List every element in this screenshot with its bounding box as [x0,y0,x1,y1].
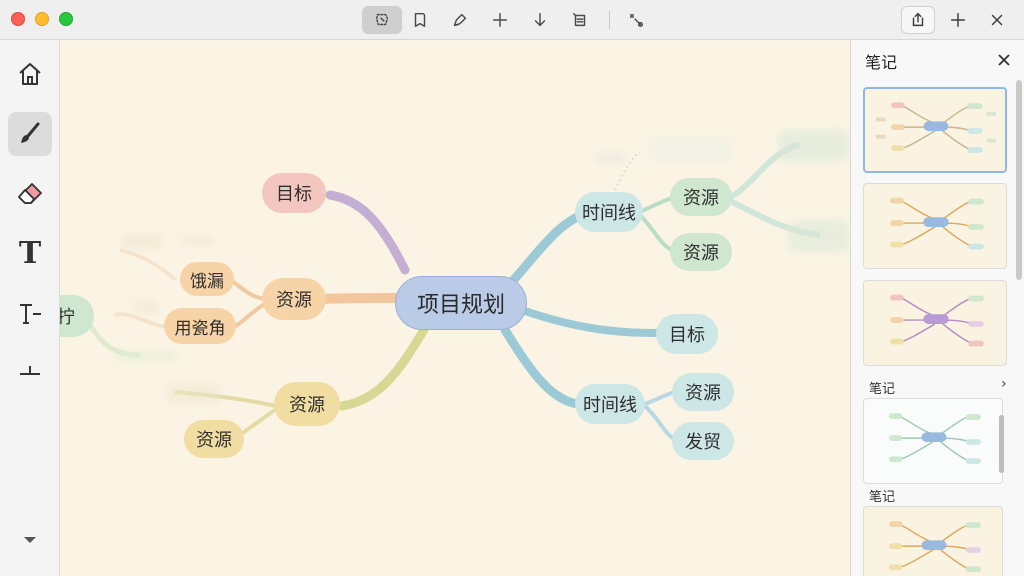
close-icon [998,54,1010,66]
blurred-node [116,349,176,363]
blurred-node [122,235,162,249]
notebook-button[interactable] [400,6,440,34]
link-goal-right [518,306,660,337]
eraser-tool[interactable] [8,172,52,216]
pen-icon [453,13,467,27]
blurred-node [134,300,158,314]
link-res-left [321,293,401,304]
history-button[interactable] [560,6,600,34]
arrow-down-icon [534,12,546,27]
panel-title: 笔记 [865,53,898,72]
share-button[interactable] [901,6,935,34]
panel-scrollbar[interactable] [1016,80,1022,280]
mindmap-canvas[interactable]: 项目规划 目标 资源 饿漏 用瓷角 拧 资源 资源 时间线 资源 资源 目标 时… [60,40,850,576]
mindmap-thumbnail-icon [890,294,984,347]
notes-panel: 笔记 笔记 › 笔记 [850,40,1024,576]
add-button[interactable] [480,6,520,34]
mindmap-thumbnail-icon [888,413,981,464]
download-button[interactable] [520,6,560,34]
mindmap-thumbnail-icon [890,197,984,250]
link-res-lower [337,323,430,411]
new-tab-button[interactable] [941,6,975,34]
mindmap-thumbnail-icon [875,102,997,153]
note-thumbnail[interactable] [863,398,1003,484]
section-label: 笔记 [869,382,896,397]
zoom-window-button[interactable] [59,12,73,26]
blurred-node [595,153,625,163]
node-timeline-bottom-leaf2[interactable]: 发贸 [672,422,734,460]
sparkle-transform-icon [629,13,644,28]
toolbar-divider [609,11,610,29]
home-tool[interactable] [8,52,52,96]
brush-tool[interactable] [8,112,52,156]
close-window-button[interactable] [11,12,25,26]
note-thumbnail[interactable] [863,506,1003,576]
tool-sidebar: T [0,40,60,576]
transform-button[interactable] [616,6,656,34]
lasso-select-button[interactable] [362,6,402,34]
panel-close-button[interactable] [997,52,1011,66]
node-goal-top[interactable]: 目标 [262,173,326,213]
note-thumbnail[interactable] [863,280,1007,366]
text-tool[interactable]: T [8,232,52,276]
link-goal-top [325,190,410,275]
node-resource-left[interactable]: 资源 [262,278,326,320]
node-goal-right[interactable]: 目标 [656,314,718,354]
node-timeline-top-leaf2[interactable]: 资源 [670,233,732,271]
plus-icon [492,12,508,28]
node-timeline-top[interactable]: 时间线 [575,192,643,232]
chevron-down-icon [24,537,36,543]
history-icon [572,12,586,27]
book-icon [414,12,426,28]
line-tool[interactable] [8,352,52,396]
share-icon [912,12,924,27]
blurred-node [788,220,850,252]
lasso-select-icon [375,13,389,26]
section-scrollbar[interactable] [999,415,1004,473]
node-timeline-top-leaf1[interactable]: 资源 [670,178,732,216]
more-tools-button[interactable] [8,528,52,552]
blurred-node [650,136,730,162]
node-leaf-b[interactable]: 用瓷角 [164,308,236,344]
link-timeline-bottom [500,325,583,409]
pen-button[interactable] [440,6,480,34]
text-format-tool[interactable] [8,292,52,336]
blurred-node [168,384,220,404]
close-tab-button[interactable] [980,6,1014,34]
section-label: 笔记 [869,490,896,505]
root-node[interactable]: 项目规划 [395,276,527,330]
note-thumbnail[interactable] [863,87,1007,173]
text-icon: T [18,236,42,271]
node-resource-lower-leaf[interactable]: 资源 [184,420,244,458]
minimize-window-button[interactable] [35,12,49,26]
note-thumbnail[interactable] [863,183,1007,269]
node-leaf-a[interactable]: 饿漏 [180,262,234,296]
mindmap-thumbnail-icon [888,521,981,572]
chevron-right-icon[interactable]: › [1001,376,1007,392]
title-bar [0,0,1024,40]
brush-icon [21,122,40,143]
node-resource-lower[interactable]: 资源 [274,382,340,426]
node-timeline-bottom[interactable]: 时间线 [575,384,645,424]
plus-icon [950,12,966,28]
text-format-icon [20,304,41,324]
blurred-node [778,130,850,162]
node-timeline-bottom-leaf1[interactable]: 资源 [672,373,734,411]
eraser-icon [18,183,42,204]
close-icon [991,14,1003,26]
blurred-node [182,236,214,246]
line-icon [20,366,40,375]
home-icon [19,63,41,85]
